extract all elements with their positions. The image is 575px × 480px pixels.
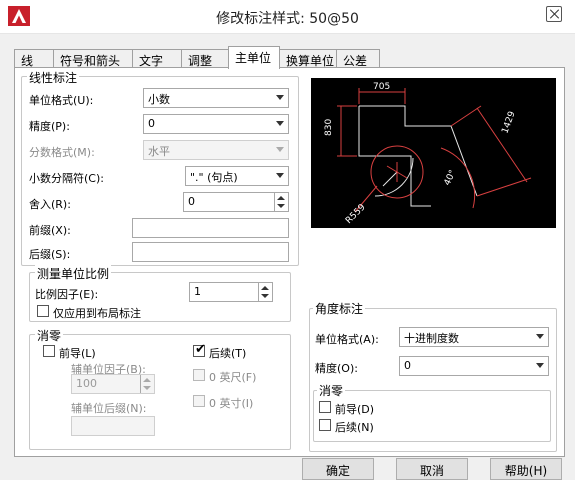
- unit-format-select[interactable]: 小数: [143, 88, 289, 108]
- angular-unit-format-select[interactable]: 十进制度数: [399, 327, 549, 347]
- tab-lines[interactable]: 线: [14, 49, 54, 68]
- tab-text[interactable]: 文字: [132, 49, 182, 68]
- decimal-separator-value: "." (句点): [190, 171, 238, 184]
- chevron-down-icon: [276, 95, 284, 100]
- suffix-label: 后缀(S):: [29, 248, 71, 261]
- tab-alternate-units[interactable]: 换算单位: [279, 49, 337, 68]
- check-icon: ✔: [195, 342, 206, 357]
- title-bar: 修改标注样式: 50@50: [0, 0, 575, 34]
- preview-dim-top: 705: [373, 82, 390, 92]
- trailing-zero-label: 后续(T): [209, 347, 247, 360]
- round-off-input[interactable]: 0: [183, 192, 289, 212]
- chevron-down-icon: [536, 334, 544, 339]
- angular-trailing-zero-checkbox[interactable]: [319, 419, 331, 431]
- preview-dim-angle: 40°: [443, 169, 459, 188]
- scale-factor-label: 比例因子(E):: [35, 288, 99, 301]
- unit-format-value: 小数: [148, 93, 170, 106]
- prefix-label: 前缀(X):: [29, 224, 71, 237]
- spin-up-icon: [143, 378, 151, 382]
- preview-dim-radius: R559: [344, 202, 368, 226]
- scale-factor-value: 1: [194, 285, 201, 298]
- sub-unit-factor-spinner[interactable]: [140, 375, 154, 393]
- preview-dim-left: 830: [324, 119, 334, 136]
- spin-down-icon: [277, 204, 285, 208]
- decimal-separator-select[interactable]: "." (句点): [185, 166, 289, 186]
- precision-value: 0: [148, 117, 155, 130]
- angular-zero-suppression-title: 消零: [317, 382, 346, 399]
- angular-unit-format-value: 十进制度数: [404, 332, 459, 345]
- prefix-input[interactable]: [132, 218, 289, 238]
- dimension-preview: 705 830 1429 40° R559: [311, 78, 556, 228]
- unit-format-label: 单位格式(U):: [29, 94, 94, 107]
- round-off-label: 舍入(R):: [29, 198, 71, 211]
- angular-precision-value: 0: [404, 359, 411, 372]
- chevron-down-icon: [276, 147, 284, 152]
- layout-only-label: 仅应用到布局标注: [53, 307, 141, 320]
- help-button[interactable]: 帮助(H): [490, 458, 562, 480]
- layout-only-checkbox[interactable]: [37, 305, 49, 317]
- sub-unit-factor-value: 100: [76, 377, 97, 390]
- sub-unit-factor-input[interactable]: 100: [71, 374, 155, 394]
- precision-select[interactable]: 0: [143, 114, 289, 134]
- tab-fit[interactable]: 调整: [181, 49, 229, 68]
- tab-primary-units[interactable]: 主单位: [228, 46, 280, 69]
- round-off-value: 0: [188, 195, 195, 208]
- leading-zero-label: 前导(L): [59, 347, 96, 360]
- zero-feet-label: 0 英尺(F): [209, 371, 257, 384]
- angular-precision-label: 精度(O):: [315, 362, 358, 375]
- ok-button[interactable]: 确定: [302, 458, 374, 480]
- linear-dimensions-title: 线性标注: [27, 69, 80, 86]
- angular-dimensions-title: 角度标注: [313, 300, 366, 317]
- precision-label: 精度(P):: [29, 120, 70, 133]
- sub-unit-suffix-label: 辅单位后缀(N):: [71, 402, 147, 415]
- decimal-separator-label: 小数分隔符(C):: [29, 172, 104, 185]
- chevron-down-icon: [536, 363, 544, 368]
- sub-unit-suffix-input[interactable]: [71, 416, 155, 436]
- tab-symbols-arrows[interactable]: 符号和箭头: [53, 49, 133, 68]
- fraction-format-value: 水平: [148, 145, 170, 158]
- angular-trailing-zero-label: 后续(N): [335, 421, 374, 434]
- round-off-spinner[interactable]: [274, 193, 288, 211]
- scale-factor-input[interactable]: 1: [189, 282, 273, 302]
- zero-suppression-title: 消零: [35, 327, 64, 344]
- dimension-style-dialog: 修改标注样式: 50@50 线 符号和箭头 文字 调整 主单位 换算单位 公差 …: [0, 0, 575, 480]
- cancel-button[interactable]: 取消: [396, 458, 468, 480]
- primary-units-panel: 线性标注 单位格式(U): 小数 精度(P): 0 分数格式(M): 水平 小数…: [14, 67, 565, 457]
- angular-leading-zero-checkbox[interactable]: [319, 401, 331, 413]
- zero-feet-checkbox[interactable]: [193, 369, 205, 381]
- fraction-format-label: 分数格式(M):: [29, 146, 95, 159]
- leading-zero-checkbox[interactable]: [43, 345, 55, 357]
- close-button[interactable]: [534, 0, 575, 28]
- trailing-zero-checkbox[interactable]: ✔: [193, 342, 206, 357]
- chevron-down-icon: [276, 121, 284, 126]
- measurement-scale-title: 测量单位比例: [35, 265, 112, 282]
- close-icon: [546, 6, 562, 22]
- chevron-down-icon: [276, 173, 284, 178]
- suffix-input[interactable]: [132, 242, 289, 262]
- spin-up-icon: [261, 286, 269, 290]
- tab-tolerances[interactable]: 公差: [336, 49, 380, 68]
- window-title: 修改标注样式: 50@50: [216, 11, 359, 27]
- zero-inches-label: 0 英寸(I): [209, 397, 254, 410]
- preview-dim-diag: 1429: [500, 110, 517, 135]
- fraction-format-select[interactable]: 水平: [143, 140, 289, 160]
- zero-inches-checkbox[interactable]: [193, 395, 205, 407]
- angular-unit-format-label: 单位格式(A):: [315, 333, 379, 346]
- preview-dimension-lines: [337, 88, 532, 213]
- angular-leading-zero-label: 前导(D): [335, 403, 375, 416]
- spin-down-icon: [261, 294, 269, 298]
- spin-down-icon: [143, 386, 151, 390]
- spin-up-icon: [277, 196, 285, 200]
- angular-precision-select[interactable]: 0: [399, 356, 549, 376]
- scale-factor-spinner[interactable]: [258, 283, 272, 301]
